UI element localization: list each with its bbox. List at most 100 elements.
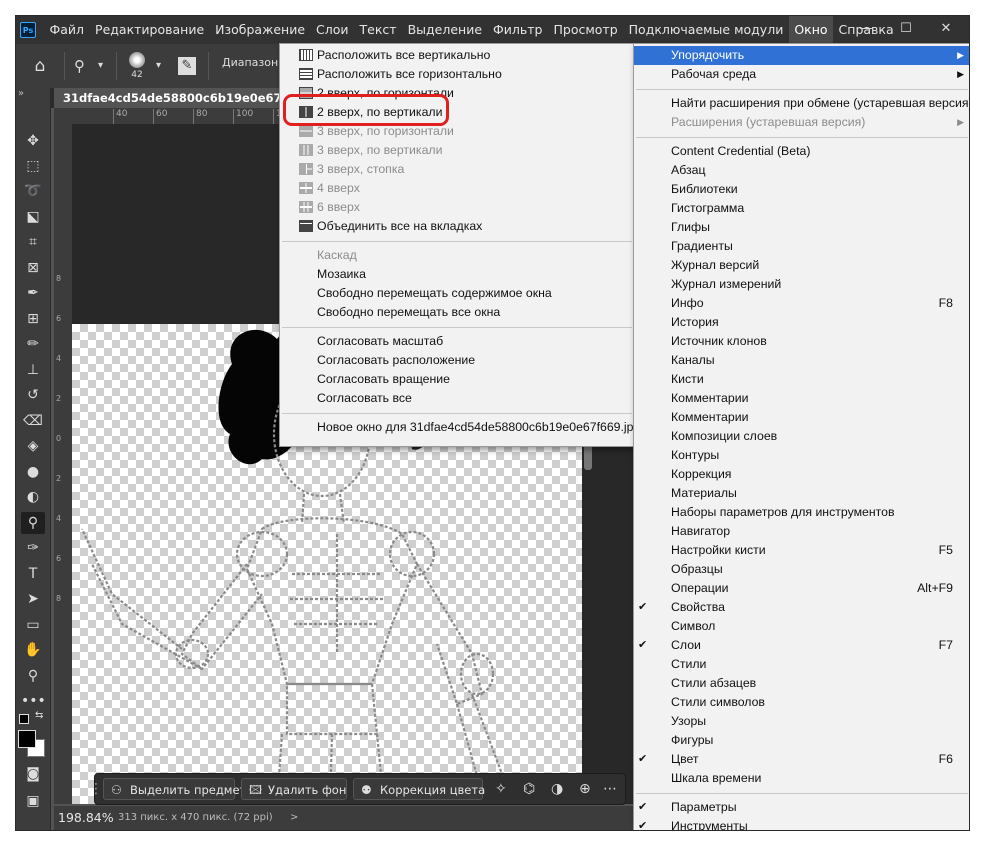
add-image-icon[interactable]: ⊕ bbox=[579, 779, 591, 799]
history-brush-tool-icon[interactable]: ↺ bbox=[21, 384, 45, 406]
window-panel-item-24[interactable]: ✔ Свойства bbox=[634, 598, 969, 617]
pen-tool-icon[interactable]: ✑ bbox=[21, 537, 45, 559]
window-panel-item-14[interactable]: Комментарии bbox=[634, 408, 969, 427]
arrange-item-1[interactable]: Расположить все горизонтально bbox=[280, 65, 634, 84]
window-panel-item-1[interactable]: Абзац bbox=[634, 161, 969, 180]
select-subject-button[interactable]: ⚇ Выделить предмет bbox=[103, 778, 246, 800]
window-panel-item-19[interactable]: Наборы параметров для инструментов bbox=[634, 503, 969, 522]
eyedropper-tool-icon[interactable]: ✒ bbox=[21, 282, 45, 304]
color-correction-button[interactable]: ⚉ Коррекция цвета bbox=[353, 778, 485, 800]
menu-4[interactable]: Текст bbox=[354, 16, 402, 44]
healing-brush-tool-icon[interactable]: ⊞ bbox=[21, 308, 45, 330]
menu-0[interactable]: Файл bbox=[44, 16, 90, 44]
window-top-item-0[interactable]: Упорядочить ▶ bbox=[634, 46, 969, 65]
status-menu-arrow[interactable]: > bbox=[290, 806, 298, 830]
move-tool-icon[interactable]: ✥ bbox=[21, 130, 45, 152]
arrange-group3-item-1[interactable]: Согласовать расположение bbox=[280, 351, 634, 370]
window-panel-item-16[interactable]: Контуры bbox=[634, 446, 969, 465]
window-panel-item-3[interactable]: Гистограмма bbox=[634, 199, 969, 218]
window-panel-item-13[interactable]: Комментарии bbox=[634, 389, 969, 408]
arrange-group3-item-3[interactable]: Согласовать все bbox=[280, 389, 634, 408]
window-bottom-item-1[interactable]: ✔ Инструменты bbox=[634, 817, 969, 830]
window-panel-item-31[interactable]: Фигуры bbox=[634, 731, 969, 750]
window-panel-item-15[interactable]: Композиции слоев bbox=[634, 427, 969, 446]
menu-7[interactable]: Просмотр bbox=[548, 16, 623, 44]
window-panel-item-4[interactable]: Глифы bbox=[634, 218, 969, 237]
arrange-group2-item-3[interactable]: Свободно перемещать все окна bbox=[280, 303, 634, 322]
mask-icon[interactable]: ◑ bbox=[551, 779, 563, 799]
eraser-tool-icon[interactable]: ⌫ bbox=[21, 410, 45, 432]
window-panel-item-0[interactable]: Content Credential (Beta) bbox=[634, 142, 969, 161]
object-selection-tool-icon[interactable]: ⬕ bbox=[21, 206, 45, 228]
zoom-level[interactable]: 198.84% bbox=[58, 806, 114, 830]
rectangle-tool-icon[interactable]: ▭ bbox=[21, 614, 45, 636]
hand-tool-icon[interactable]: ✋ bbox=[21, 639, 45, 661]
window-panel-item-6[interactable]: Журнал версий bbox=[634, 256, 969, 275]
window-panel-item-5[interactable]: Градиенты bbox=[634, 237, 969, 256]
arrange-group2-item-2[interactable]: Свободно перемещать содержимое окна bbox=[280, 284, 634, 303]
maximize-button[interactable]: ☐ bbox=[888, 16, 924, 44]
window-bottom-item-0[interactable]: ✔ Параметры bbox=[634, 798, 969, 817]
brush-settings-icon[interactable]: ✎ bbox=[178, 57, 196, 75]
arrange-item-9[interactable]: Объединить все на вкладках bbox=[280, 217, 634, 236]
window-panel-item-12[interactable]: Кисти bbox=[634, 370, 969, 389]
swap-colors-icon[interactable]: ⇆ bbox=[35, 710, 43, 721]
paint-bucket-tool-icon[interactable]: ◈ bbox=[21, 435, 45, 457]
remove-background-button[interactable]: 🖾 Удалить фон bbox=[241, 778, 347, 800]
marquee-tool-icon[interactable]: ⬚ bbox=[21, 155, 45, 177]
screen-mode-icon[interactable]: ▣ bbox=[21, 790, 45, 812]
type-tool-icon[interactable]: T bbox=[21, 563, 45, 585]
menu-2[interactable]: Изображение bbox=[210, 16, 311, 44]
window-panel-item-9[interactable]: История bbox=[634, 313, 969, 332]
path-selection-tool-icon[interactable]: ➤ bbox=[21, 588, 45, 610]
window-panel-item-11[interactable]: Каналы bbox=[634, 351, 969, 370]
arrange-group3-item-0[interactable]: Согласовать масштаб bbox=[280, 332, 634, 351]
menu-6[interactable]: Фильтр bbox=[488, 16, 548, 44]
chevron-down-icon[interactable]: ▾ bbox=[156, 54, 161, 78]
lasso-tool-icon[interactable]: ➰ bbox=[21, 180, 45, 202]
close-button[interactable]: ✕ bbox=[928, 16, 964, 44]
menu-1[interactable]: Редактирование bbox=[90, 16, 210, 44]
clone-stamp-tool-icon[interactable]: ⊥ bbox=[21, 359, 45, 381]
blur-tool-icon[interactable]: ● bbox=[21, 461, 45, 483]
zoom-view-tool-icon[interactable]: ⚲ bbox=[21, 665, 45, 687]
document-tab[interactable]: 31dfae4cd54de58800c6b19e0e67f669.jpg bbox=[54, 88, 299, 108]
arrange-item-0[interactable]: Расположить все вертикально bbox=[280, 46, 634, 65]
window-panel-item-27[interactable]: Стили bbox=[634, 655, 969, 674]
brush-tool-icon[interactable]: ✏ bbox=[21, 333, 45, 355]
menu-3[interactable]: Слои bbox=[311, 16, 355, 44]
zoom-tool-icon[interactable]: ⚲ bbox=[74, 54, 85, 78]
window-panel-item-7[interactable]: Журнал измерений bbox=[634, 275, 969, 294]
generative-icon[interactable]: ✧ bbox=[495, 779, 507, 799]
window-panel-item-17[interactable]: Коррекция bbox=[634, 465, 969, 484]
crop-tool-icon[interactable]: ⌗ bbox=[21, 231, 45, 253]
default-colors-icon[interactable] bbox=[19, 714, 29, 724]
window-panel-item-26[interactable]: ✔ Слои F7 bbox=[634, 636, 969, 655]
minimize-button[interactable]: — bbox=[848, 16, 884, 44]
window-panel-item-8[interactable]: Инфо F8 bbox=[634, 294, 969, 313]
more-tools-icon[interactable]: ••• bbox=[21, 690, 46, 712]
menu-8[interactable]: Подключаемые модули bbox=[623, 16, 789, 44]
dodge-tool-icon[interactable]: ◐ bbox=[21, 486, 45, 508]
quick-mask-icon[interactable]: ◙ bbox=[21, 763, 45, 785]
arrange-group3-item-2[interactable]: Согласовать вращение bbox=[280, 370, 634, 389]
window-panel-item-21[interactable]: Настройки кисти F5 bbox=[634, 541, 969, 560]
home-icon[interactable]: ⌂ bbox=[24, 54, 56, 78]
chevron-down-icon[interactable]: ▾ bbox=[98, 54, 103, 78]
window-extension-item-0[interactable]: Найти расширения при обмене (устаревшая … bbox=[634, 94, 969, 113]
foreground-color-swatch[interactable] bbox=[18, 730, 36, 748]
window-panel-item-2[interactable]: Библиотеки bbox=[634, 180, 969, 199]
window-panel-item-18[interactable]: Материалы bbox=[634, 484, 969, 503]
window-top-item-1[interactable]: Рабочая среда ▶ bbox=[634, 65, 969, 84]
window-panel-item-10[interactable]: Источник клонов bbox=[634, 332, 969, 351]
brush-preview-icon[interactable] bbox=[129, 52, 145, 68]
zoom-tool-icon[interactable]: ⚲ bbox=[21, 512, 45, 534]
more-options-icon[interactable]: ⋯ bbox=[603, 779, 617, 799]
window-panel-item-33[interactable]: Шкала времени bbox=[634, 769, 969, 788]
window-panel-item-29[interactable]: Стили символов bbox=[634, 693, 969, 712]
transform-icon[interactable]: ⌬ bbox=[523, 779, 535, 799]
frame-tool-icon[interactable]: ⊠ bbox=[21, 257, 45, 279]
menu-5[interactable]: Выделение bbox=[402, 16, 487, 44]
window-panel-item-22[interactable]: Образцы bbox=[634, 560, 969, 579]
window-panel-item-30[interactable]: Узоры bbox=[634, 712, 969, 731]
